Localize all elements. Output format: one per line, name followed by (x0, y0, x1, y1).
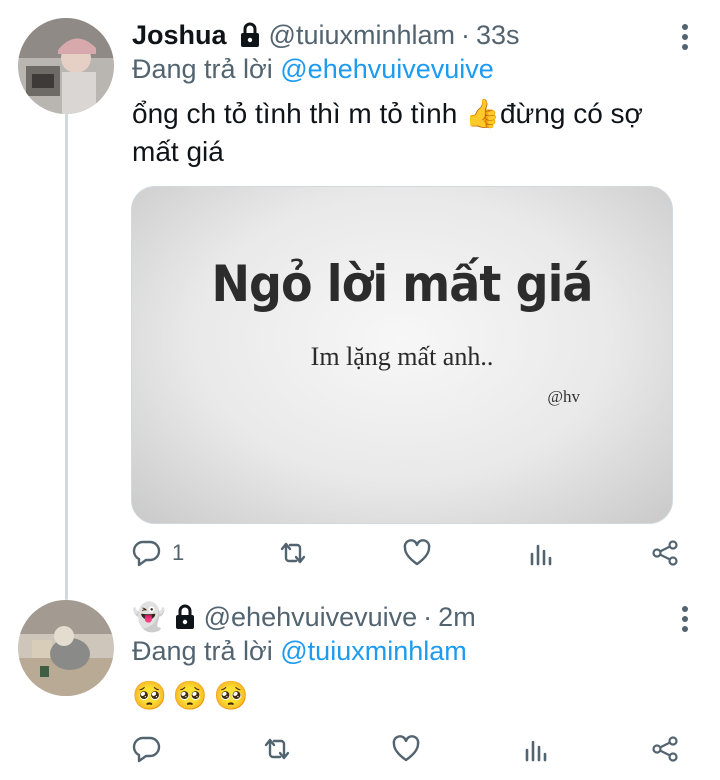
like-button[interactable] (402, 538, 432, 568)
analytics-button[interactable] (521, 734, 551, 764)
tweet-actions: 1 (132, 536, 680, 570)
tweet-text: 🥺 🥺 🥺 (132, 678, 249, 714)
retweet-icon (262, 734, 292, 764)
media-title: Ngỏ lời mất giá (211, 255, 593, 313)
retweet-button[interactable] (262, 734, 292, 764)
reply-mention-link[interactable]: @tuiuxminhlam (280, 636, 466, 666)
separator-dot: · (423, 602, 433, 632)
reply-button[interactable] (132, 734, 162, 764)
replying-to-label: Đang trả lời (132, 54, 281, 84)
tweet-media-image[interactable]: Ngỏ lời mất giá Im lặng mất anh.. @hv (131, 186, 673, 524)
retweet-icon (278, 538, 308, 568)
replying-to: Đang trả lời @ehehvuivevuive (132, 52, 494, 86)
reply-count: 1 (172, 540, 185, 565)
tweet-header: 👻 @ehehvuivevuive · 2m (132, 600, 476, 634)
timestamp[interactable]: 33s (476, 18, 520, 52)
reply-icon (132, 734, 162, 764)
reply-button[interactable]: 1 (132, 538, 184, 568)
media-credit: @hv (547, 387, 580, 406)
media-subtitle: Im lặng mất anh.. (310, 342, 494, 371)
pleading-face-emoji: 🥺 (132, 680, 167, 711)
analytics-button[interactable] (526, 538, 556, 568)
share-button[interactable] (650, 538, 680, 568)
share-icon (650, 734, 680, 764)
handle[interactable]: @ehehvuivevuive (204, 600, 418, 634)
ghost-emoji-display-name[interactable]: 👻 (132, 600, 166, 634)
replying-to-label: Đang trả lời (132, 636, 281, 666)
avatar[interactable] (18, 18, 114, 114)
handle[interactable]: @tuiuxminhlam (269, 18, 455, 52)
reply-icon (132, 538, 162, 568)
more-icon[interactable] (680, 22, 690, 52)
analytics-icon (526, 538, 556, 568)
like-icon (402, 538, 432, 568)
avatar[interactable] (18, 600, 114, 696)
reply-mention-link[interactable]: @ehehvuivevuive (280, 54, 494, 84)
lock-icon (174, 604, 196, 630)
more-icon[interactable] (680, 604, 690, 634)
like-button[interactable] (391, 734, 421, 764)
pleading-face-emoji: 🥺 (213, 680, 249, 711)
retweet-button[interactable] (278, 538, 308, 568)
tweet-actions (132, 732, 680, 766)
replying-to: Đang trả lời @tuiuxminhlam (132, 634, 467, 668)
display-name[interactable]: Joshua (132, 18, 227, 52)
tweet-header: Joshua @tuiuxminhlam · 33s (132, 18, 520, 52)
share-button[interactable] (650, 734, 680, 764)
timestamp[interactable]: 2m (438, 600, 476, 634)
pleading-face-emoji: 🥺 (172, 680, 208, 711)
like-icon (391, 734, 421, 764)
share-icon (650, 538, 680, 568)
analytics-icon (521, 734, 551, 764)
thread-connector-line (65, 112, 68, 600)
separator-dot: · (461, 20, 470, 50)
lock-icon (239, 22, 261, 48)
tweet-text: ổng ch tỏ tình thì m tỏ tình 👍đừng có sợ… (132, 98, 643, 167)
